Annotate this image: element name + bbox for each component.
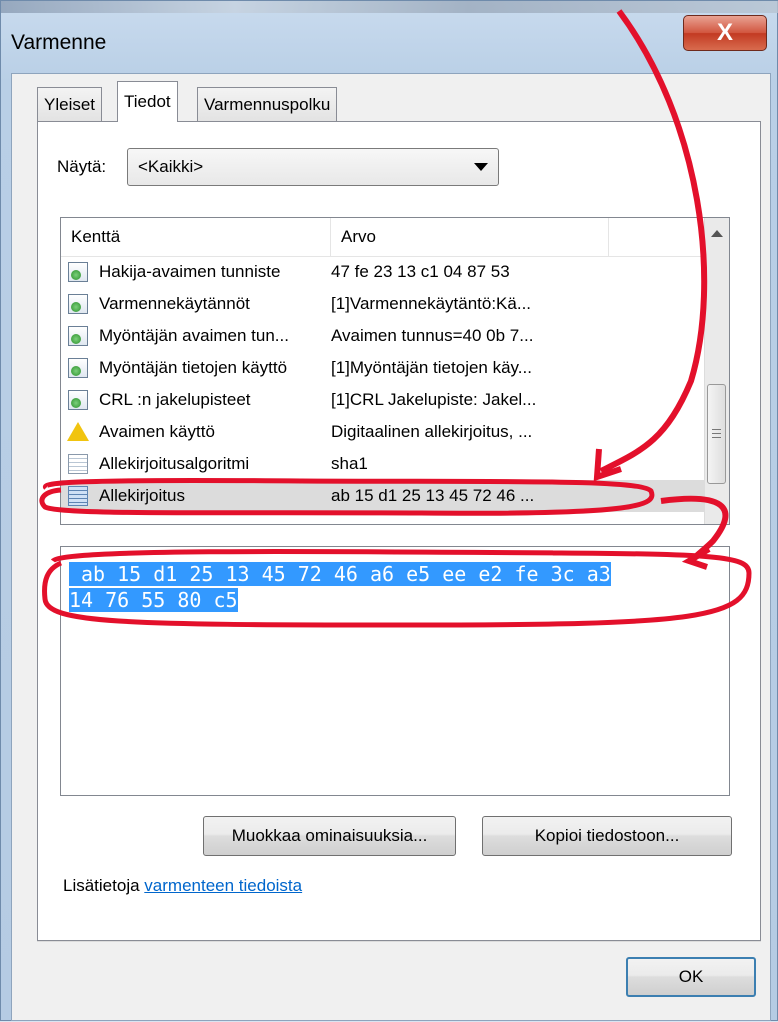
document-icon (68, 486, 88, 506)
close-button[interactable]: X (683, 15, 767, 51)
tab-general[interactable]: Yleiset (37, 87, 103, 121)
divider (37, 941, 761, 942)
list-item-value: sha1 (331, 454, 368, 473)
list-item-field: Allekirjoitus (99, 486, 185, 505)
list-item-field: Avaimen käyttö (99, 422, 215, 441)
ok-button[interactable]: OK (626, 957, 756, 997)
list-item-field: Myöntäjän tietojen käyttö (99, 358, 288, 377)
list-item-field: Allekirjoitusalgoritmi (99, 454, 250, 473)
chevron-down-icon (474, 163, 488, 171)
show-dropdown[interactable]: <Kaikki> (127, 148, 499, 186)
grip-icon (712, 429, 721, 439)
copy-to-file-button[interactable]: Kopioi tiedostoon... (482, 816, 732, 856)
list-item-value: ab 15 d1 25 13 45 72 46 ... (331, 486, 535, 505)
list-item[interactable]: Myöntäjän tietojen käyttö [1]Myöntäjän t… (61, 352, 705, 384)
list-item-value: [1]CRL Jakelupiste: Jakel... (331, 390, 537, 409)
scroll-up-arrow-icon[interactable] (711, 230, 723, 237)
more-info-text: Lisätietoja varmenteen tiedoista (63, 876, 302, 896)
list-item[interactable]: Hakija-avaimen tunniste 47 fe 23 13 c1 0… (61, 256, 705, 288)
show-label: Näytä: (57, 157, 107, 176)
list-item[interactable]: Avaimen käyttö Digitaalinen allekirjoitu… (61, 416, 705, 448)
list-item-field: Hakija-avaimen tunniste (99, 262, 281, 281)
vertical-scrollbar[interactable] (704, 218, 729, 524)
list-item[interactable]: Allekirjoitusalgoritmi sha1 (61, 448, 705, 480)
list-header: Kenttä Arvo (61, 218, 705, 257)
detail-line-1: ab 15 d1 25 13 45 72 46 a6 e5 ee e2 fe 3… (69, 562, 611, 586)
value-detail-box[interactable]: ab 15 d1 25 13 45 72 46 a6 e5 ee e2 fe 3… (60, 546, 730, 796)
tab-details[interactable]: Tiedot (117, 81, 178, 122)
certificate-window: Varmenne X Yleiset Tiedot Varmennuspolku… (0, 0, 778, 1021)
certificate-extension-icon (68, 262, 88, 282)
list-item-value: 47 fe 23 13 c1 04 87 53 (331, 262, 510, 281)
list-item-value: [1]Myöntäjän tietojen käy... (331, 358, 532, 377)
warning-icon (67, 422, 89, 441)
list-item-selected[interactable]: Allekirjoitus ab 15 d1 25 13 45 72 46 ..… (61, 480, 705, 512)
list-item[interactable]: Myöntäjän avaimen tun... Avaimen tunnus=… (61, 320, 705, 352)
list-item-field: Myöntäjän avaimen tun... (99, 326, 289, 345)
scrollbar-thumb[interactable] (707, 384, 726, 484)
list-item-field: CRL :n jakelupisteet (99, 390, 251, 409)
certificate-extension-icon (68, 358, 88, 378)
certificate-extension-icon (68, 326, 88, 346)
tab-certification-path[interactable]: Varmennuspolku (197, 87, 338, 121)
list-item-value: Avaimen tunnus=40 0b 7... (331, 326, 534, 345)
fields-list[interactable]: Kenttä Arvo Hakija-avaimen tunniste 47 f… (60, 217, 730, 525)
column-header-field[interactable]: Kenttä (61, 218, 331, 256)
list-item-field: Varmennekäytännöt (99, 294, 250, 313)
list-item-value: Digitaalinen allekirjoitus, ... (331, 422, 533, 441)
value-detail-text[interactable]: ab 15 d1 25 13 45 72 46 a6 e5 ee e2 fe 3… (69, 561, 719, 613)
list-item-value: [1]Varmennekäytäntö:Kä... (331, 294, 532, 313)
certificate-extension-icon (68, 294, 88, 314)
show-dropdown-value: <Kaikki> (138, 157, 204, 176)
list-item[interactable]: Varmennekäytännöt [1]Varmennekäytäntö:Kä… (61, 288, 705, 320)
edit-properties-button[interactable]: Muokkaa ominaisuuksia... (203, 816, 456, 856)
certificate-extension-icon (68, 390, 88, 410)
list-item[interactable]: CRL :n jakelupisteet [1]CRL Jakelupiste:… (61, 384, 705, 416)
close-icon: X (716, 19, 733, 46)
detail-line-2: 14 76 55 80 c5 (69, 588, 238, 612)
more-info-label: Lisätietoja (63, 876, 140, 895)
certificate-details-link[interactable]: varmenteen tiedoista (144, 876, 302, 895)
column-header-value[interactable]: Arvo (331, 218, 609, 256)
document-icon (68, 454, 88, 474)
window-title: Varmenne (11, 31, 107, 54)
background-window-strip (1, 1, 778, 13)
